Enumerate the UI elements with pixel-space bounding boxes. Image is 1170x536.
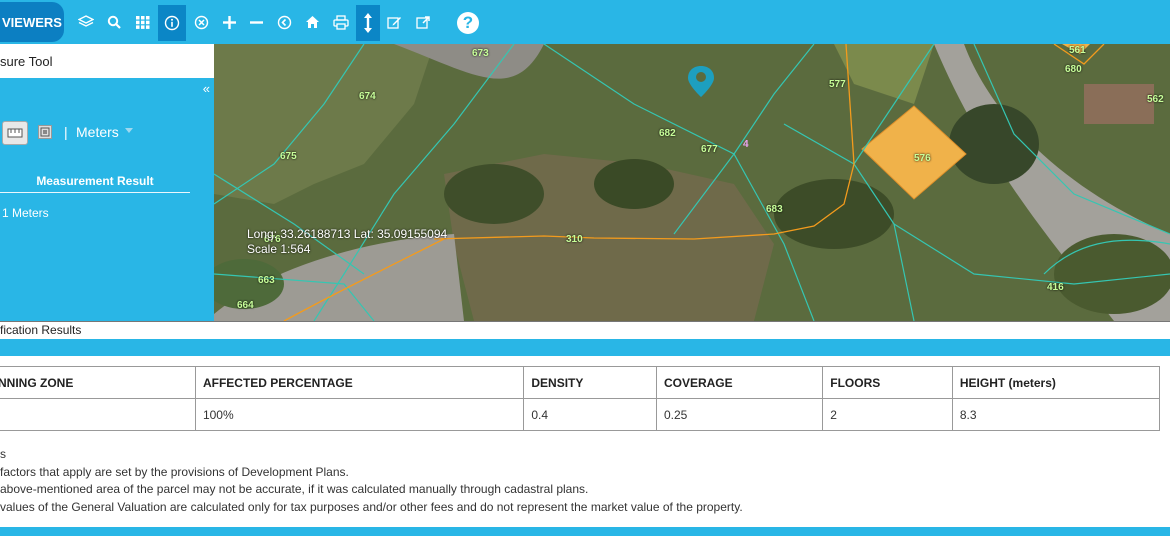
scale-text: Scale 1:564 [247,242,311,256]
coordinate-readout: Long: 33.26188713 Lat: 35.09155094 Scale… [247,227,447,257]
note-line: above-mentioned area of the parcel may n… [0,482,589,496]
measurement-result-value: 1 Meters [2,206,49,220]
area-tool-button[interactable] [38,125,52,139]
parcel-label: 674 [359,91,376,102]
print-icon[interactable] [328,7,354,37]
parcel-label: 577 [829,79,846,90]
table-cell: 0.4 [523,398,657,431]
table-header-row: NNING ZONE AFFECTED PERCENTAGE DENSITY C… [0,366,1161,399]
export-icon[interactable] [410,7,436,37]
table-cell: 2 [822,398,953,431]
table-cell [0,398,196,431]
column-header: COVERAGE [655,366,824,399]
parcel-label: 4 [743,139,749,150]
parcel-label: 310 [566,234,583,245]
parcel-label: 416 [1047,282,1064,293]
parcel-label: 673 [472,48,489,59]
coordinate-text: Long: 33.26188713 Lat: 35.09155094 [247,227,448,241]
planning-zone-table: NNING ZONE AFFECTED PERCENTAGE DENSITY C… [0,366,1161,431]
results-title: fication Results [0,321,1170,339]
table-cell: 8.3 [951,398,1161,431]
search-icon[interactable] [101,7,127,37]
grid-icon[interactable] [130,7,156,37]
table-row: 100% 0.4 0.25 2 8.3 [0,398,1161,431]
clear-icon[interactable] [188,7,214,37]
layers-icon[interactable] [73,7,99,37]
section-divider-bar [0,339,1170,356]
zoom-out-icon[interactable] [243,7,269,37]
unit-select[interactable]: Meters [76,124,119,140]
map-view[interactable]: 673 674 675 682 677 4 577 561 680 562 57… [214,44,1170,321]
measure-icon[interactable] [356,5,380,41]
back-icon[interactable] [271,7,297,37]
note-line: factors that apply are set by the provis… [0,464,349,479]
edit-icon[interactable] [381,7,407,37]
home-icon[interactable] [299,7,325,37]
parcel-label: 576 [914,153,931,164]
zoom-in-icon[interactable] [216,7,242,37]
column-header: HEIGHT (meters) [951,366,1161,399]
parcel-label: 680 [1065,64,1082,75]
parcel-label: 664 [237,300,254,311]
column-header: NNING ZONE [0,366,196,399]
info-icon[interactable] [158,5,186,41]
footer-bar [0,527,1170,536]
viewers-button[interactable]: VIEWERS [0,2,64,42]
table-cell: 100% [194,398,525,431]
parcel-label: 683 [766,204,783,215]
collapse-panel-button[interactable]: « [203,81,210,96]
unit-separator: | [64,124,68,140]
distance-tool-button[interactable] [2,121,28,145]
table-cell: 0.25 [655,398,824,431]
parcel-label: 663 [258,275,275,286]
top-toolbar: VIEWERS ? [0,0,1170,44]
column-header: AFFECTED PERCENTAGE [194,366,525,399]
notes-section: s factors that apply are set by the prov… [0,446,743,516]
parcel-label: 677 [701,144,718,155]
parcel-label: 682 [659,128,676,139]
area-icon [40,127,50,137]
ruler-icon [7,128,23,138]
notes-marker: s [0,447,6,461]
note-line: values of the General Valuation are calc… [0,499,743,514]
column-header: DENSITY [523,366,657,399]
help-icon[interactable]: ? [457,12,479,34]
measure-tool-panel: sure Tool « | Meters Measurement Result … [0,44,214,321]
measurement-result-heading: Measurement Result [0,170,190,193]
parcel-label: 562 [1147,94,1164,105]
parcel-label: 561 [1069,45,1086,56]
aerial-map-image [214,44,1170,321]
chevron-down-icon[interactable] [125,128,133,133]
parcel-label: 675 [280,151,297,162]
panel-title: sure Tool [0,44,214,78]
column-header: FLOORS [822,366,953,399]
